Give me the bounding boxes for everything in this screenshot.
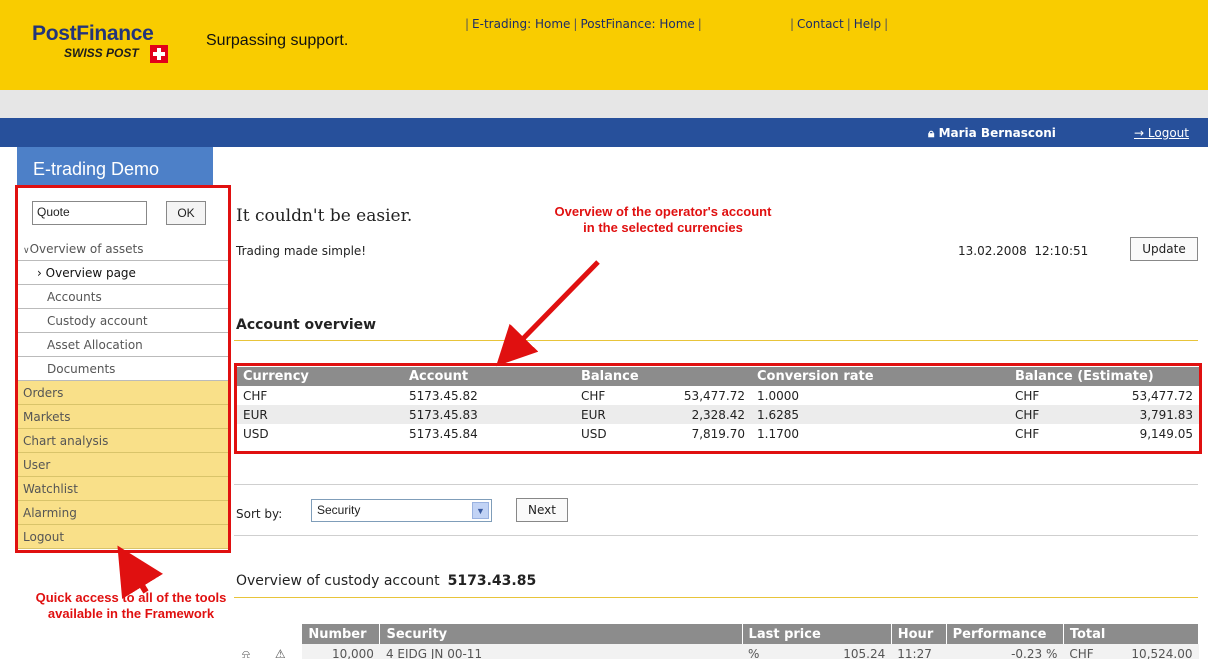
warning-icon[interactable]: ⚠	[268, 644, 302, 659]
col-header-last-price[interactable]: Last price	[742, 624, 892, 644]
custody-account-number[interactable]: 5173.43.85	[448, 573, 537, 589]
custody-title-text: Overview of custody account	[236, 573, 440, 589]
tagline: Surpassing support.	[206, 32, 349, 49]
top-nav-group-2: | Contact | Help |	[790, 17, 889, 31]
sidebar-highlight-frame	[15, 185, 231, 553]
annotation-arrow-top	[496, 260, 600, 367]
link-help[interactable]: Help	[854, 17, 881, 31]
sidebar-title: E-trading Demo	[17, 147, 213, 187]
swiss-post-logo: SWISS POST	[64, 46, 139, 60]
cell-number: 10,000	[301, 644, 380, 659]
update-button[interactable]: Update	[1130, 237, 1198, 261]
divider	[234, 597, 1198, 598]
user-name: Maria Bernasconi	[938, 126, 1056, 140]
sort-select-value: Security	[317, 503, 361, 517]
col-header-total[interactable]: Total	[1063, 624, 1200, 644]
next-button[interactable]: Next	[516, 498, 568, 522]
table-row[interactable]: ⍾ ⚠ 10,000 4 EIDG JN 00-11 % 105.24 11:2…	[236, 644, 1199, 659]
cell-total: 10,524.00	[1118, 644, 1199, 659]
logout-label: Logout	[1147, 126, 1189, 140]
chevron-down-icon[interactable]: ▼	[472, 502, 489, 519]
page-subline: Trading made simple!	[236, 244, 367, 258]
alarm-bell-icon[interactable]: ⍾	[236, 644, 269, 659]
custody-table: Number Security Last price Hour Performa…	[236, 624, 1200, 659]
swiss-cross-icon	[150, 45, 168, 63]
account-table-highlight-frame	[234, 363, 1202, 454]
lock-icon: 🔒︎	[928, 126, 935, 140]
link-contact[interactable]: Contact	[797, 17, 844, 31]
annotation-arrow-bottom	[117, 545, 164, 600]
link-etrading-home[interactable]: E-trading: Home	[472, 17, 570, 31]
table-header-row: Number Security Last price Hour Performa…	[236, 624, 1200, 644]
divider	[234, 340, 1198, 341]
cell-security[interactable]: 4 EIDG JN 00-11	[379, 644, 743, 659]
divider	[234, 484, 1198, 485]
date-value: 13.02.2008	[958, 244, 1027, 258]
user-bar: 🔒︎ Maria Bernasconi → Logout	[0, 118, 1208, 147]
arrow-right-icon: →	[1134, 126, 1145, 140]
page-headline: It couldn't be easier.	[236, 206, 413, 226]
logout-link[interactable]: → Logout	[1134, 126, 1189, 140]
cell-hour: 11:27	[891, 644, 947, 659]
sort-select[interactable]: Security ▼	[311, 499, 492, 522]
col-header-number[interactable]: Number	[301, 624, 381, 644]
link-postfinance-home[interactable]: PostFinance: Home	[580, 17, 694, 31]
annotation-quick-access: Quick access to all of the tools availab…	[35, 590, 227, 621]
time-value: 12:10:51	[1034, 244, 1089, 258]
postfinance-logo[interactable]: PostFinance	[32, 22, 154, 46]
col-header-security[interactable]: Security	[379, 624, 743, 644]
divider	[234, 535, 1198, 536]
header-bar	[0, 0, 1208, 90]
cell-total-currency: CHF	[1063, 644, 1119, 659]
user-display[interactable]: 🔒︎ Maria Bernasconi	[928, 126, 1056, 141]
account-overview-title: Account overview	[236, 317, 377, 333]
secondary-bar	[0, 90, 1208, 118]
cell-price-unit: %	[742, 644, 791, 659]
custody-overview-title: Overview of custody account 5173.43.85	[236, 573, 536, 589]
col-header-hour[interactable]: Hour	[891, 624, 947, 644]
date-time: 13.02.2008 12:10:51	[958, 244, 1088, 258]
cell-last-price: 105.24	[790, 644, 892, 659]
col-header-performance[interactable]: Performance	[946, 624, 1064, 644]
top-nav-group-1: | E-trading: Home | PostFinance: Home |	[465, 17, 702, 31]
annotation-account-overview: Overview of the operator's account in th…	[554, 204, 772, 235]
sort-label: Sort by:	[236, 507, 283, 521]
cell-performance: -0.23 %	[946, 644, 1064, 659]
